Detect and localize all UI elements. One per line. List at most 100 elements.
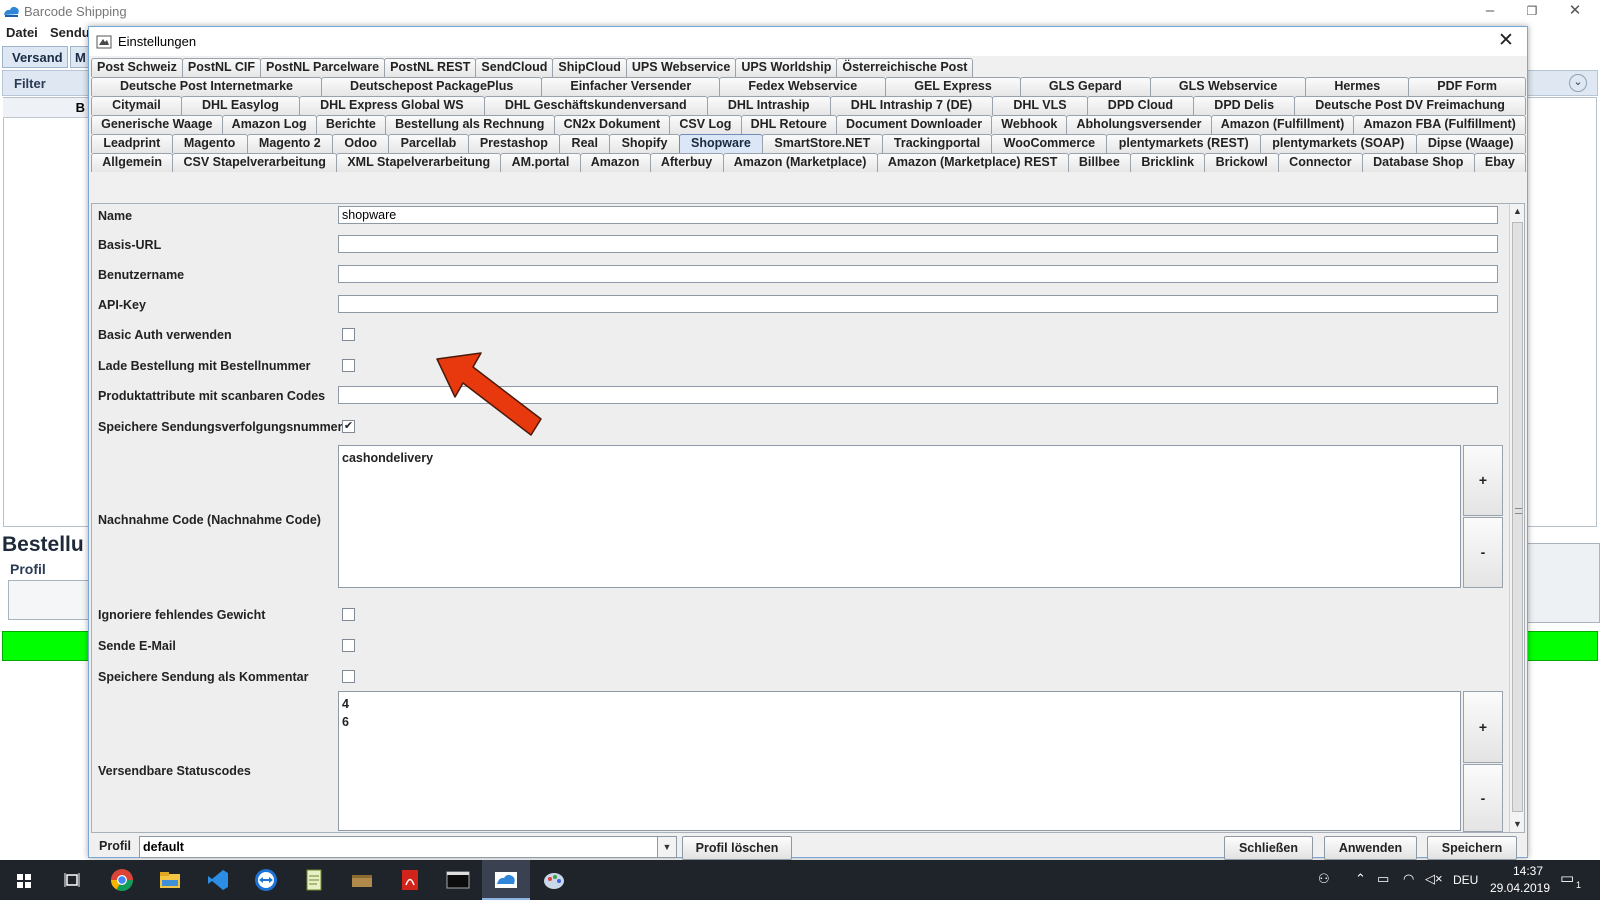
basic-auth-checkbox[interactable]: [342, 328, 355, 341]
tab-deutsche-post-dv-freimachung[interactable]: Deutsche Post DV Freimachung: [1294, 96, 1526, 115]
wifi-icon[interactable]: ◠: [1403, 871, 1414, 887]
tab-magento[interactable]: Magento: [171, 134, 248, 153]
scroll-thumb[interactable]: [1512, 222, 1523, 812]
tab-amazon-log[interactable]: Amazon Log: [221, 115, 317, 134]
tab-second[interactable]: M: [70, 46, 90, 68]
tab-billbee[interactable]: Billbee: [1067, 153, 1132, 172]
tab-generische-waage[interactable]: Generische Waage: [91, 115, 223, 134]
tab-magento-2[interactable]: Magento 2: [246, 134, 334, 153]
close-button[interactable]: Schließen: [1224, 836, 1313, 860]
tab-shipcloud[interactable]: ShipCloud: [552, 58, 627, 77]
tab-real[interactable]: Real: [559, 134, 611, 153]
minimize-icon[interactable]: –: [1470, 0, 1510, 23]
package-icon[interactable]: [348, 866, 376, 894]
file-explorer-icon[interactable]: [156, 866, 184, 894]
tab-afterbuy[interactable]: Afterbuy: [649, 153, 724, 172]
menu-sendungen[interactable]: Sendu: [50, 25, 90, 40]
tab-pdf-form[interactable]: PDF Form: [1408, 77, 1527, 96]
basis-url-field[interactable]: [338, 235, 1498, 253]
notification-icon[interactable]: ▭: [1560, 869, 1574, 887]
tab-xml-stapelverarbeitung[interactable]: XML Stapelverarbeitung: [336, 153, 502, 172]
scroll-up-icon[interactable]: ▲: [1510, 204, 1524, 219]
tab-citymail[interactable]: Citymail: [91, 96, 182, 115]
tab-ebay[interactable]: Ebay: [1473, 153, 1527, 172]
tab-berichte[interactable]: Berichte: [315, 115, 386, 134]
tab-allgemein[interactable]: Allgemein: [91, 153, 174, 172]
tab-einfacher-versender[interactable]: Einfacher Versender: [541, 77, 721, 96]
lade-bestellung-checkbox[interactable]: [342, 359, 355, 372]
api-key-field[interactable]: [338, 295, 1498, 313]
notepad-icon[interactable]: [300, 866, 328, 894]
tab-webhook[interactable]: Webhook: [991, 115, 1068, 134]
clock-date[interactable]: 29.04.2019: [1485, 881, 1555, 895]
tab-fedex-webservice[interactable]: Fedex Webservice: [719, 77, 887, 96]
statuscodes-add-button[interactable]: +: [1463, 691, 1503, 763]
benutzername-field[interactable]: [338, 265, 1498, 283]
tab-bestellung-als-rechnung[interactable]: Bestellung als Rechnung: [384, 115, 555, 134]
tab-trackingportal[interactable]: Trackingportal: [881, 134, 993, 153]
apply-button[interactable]: Anwenden: [1324, 836, 1417, 860]
restore-icon[interactable]: ❐: [1512, 0, 1552, 23]
tab-connector[interactable]: Connector: [1277, 153, 1363, 172]
tab-document-downloader[interactable]: Document Downloader: [835, 115, 993, 134]
delete-profile-button[interactable]: Profil löschen: [682, 836, 792, 860]
tab-prestashop[interactable]: Prestashop: [467, 134, 561, 153]
tab-bricklink[interactable]: Bricklink: [1130, 153, 1206, 172]
tab-post-schweiz[interactable]: Post Schweiz: [91, 58, 183, 77]
speichere-kommentar-checkbox[interactable]: [342, 670, 355, 683]
tab-database-shop[interactable]: Database Shop: [1361, 153, 1475, 172]
list-item[interactable]: 6: [342, 713, 1457, 731]
battery-icon[interactable]: ▭: [1377, 871, 1389, 887]
tab-deutsche-post-internetmarke[interactable]: Deutsche Post Internetmarke: [91, 77, 323, 96]
tab-woocommerce[interactable]: WooCommerce: [991, 134, 1108, 153]
sende-email-checkbox[interactable]: [342, 639, 355, 652]
ignoriere-gewicht-checkbox[interactable]: [342, 608, 355, 621]
people-icon[interactable]: ⚇: [1318, 871, 1330, 887]
tab-odoo[interactable]: Odoo: [332, 134, 390, 153]
language-indicator[interactable]: DEU: [1453, 873, 1478, 887]
tab-deutschepost-packageplus[interactable]: Deutschepost PackagePlus: [321, 77, 543, 96]
tab-dhl-retoure[interactable]: DHL Retoure: [740, 115, 837, 134]
task-view-icon[interactable]: [58, 866, 86, 894]
chevron-down-icon[interactable]: ▼: [657, 836, 677, 858]
tab-gls-gepard[interactable]: GLS Gepard: [1019, 77, 1151, 96]
tab-amazon[interactable]: Amazon: [579, 153, 651, 172]
tab-plentymarkets-soap[interactable]: plentymarkets (SOAP): [1259, 134, 1417, 153]
chrome-icon[interactable]: [108, 866, 136, 894]
collapse-icon[interactable]: ⌄: [1569, 74, 1587, 92]
tab-dhl-easylog[interactable]: DHL Easylog: [180, 96, 300, 115]
tab-dhl-intraship-7-de[interactable]: DHL Intraship 7 (DE): [829, 96, 994, 115]
paint-icon[interactable]: [540, 866, 568, 894]
tab-dhl-express-global-ws[interactable]: DHL Express Global WS: [298, 96, 485, 115]
windows-start-icon[interactable]: [10, 866, 38, 894]
profile-select[interactable]: default: [139, 836, 677, 858]
tab-brickowl[interactable]: Brickowl: [1204, 153, 1279, 172]
tab-dpd-cloud[interactable]: DPD Cloud: [1086, 96, 1195, 115]
save-button[interactable]: Speichern: [1427, 836, 1517, 860]
tab-shopify[interactable]: Shopify: [609, 134, 680, 153]
panel-scrollbar[interactable]: ▲ ▼: [1509, 204, 1524, 832]
scroll-down-icon[interactable]: ▼: [1510, 817, 1524, 832]
tab-österreichische-post[interactable]: Österreichische Post: [836, 58, 974, 77]
tab-shopware[interactable]: Shopware: [678, 134, 764, 153]
teamviewer-icon[interactable]: [252, 866, 280, 894]
tab-csv-stapelverarbeitung[interactable]: CSV Stapelverarbeitung: [172, 153, 338, 172]
nachnahme-list[interactable]: cashondelivery: [338, 445, 1461, 588]
tab-parcellab[interactable]: Parcellab: [388, 134, 469, 153]
tab-amazon-fulfillment[interactable]: Amazon (Fulfillment): [1210, 115, 1355, 134]
tab-dipse-waage[interactable]: Dipse (Waage): [1415, 134, 1526, 153]
vscode-icon[interactable]: [204, 866, 232, 894]
statuscodes-remove-button[interactable]: -: [1463, 764, 1503, 832]
tab-leadprint[interactable]: Leadprint: [91, 134, 173, 153]
tab-am-portal[interactable]: AM.portal: [500, 153, 581, 172]
tab-gel-express[interactable]: GEL Express: [885, 77, 1021, 96]
tab-amazon-marketplace[interactable]: Amazon (Marketplace): [722, 153, 878, 172]
tab-dhl-intraship[interactable]: DHL Intraship: [706, 96, 831, 115]
tab-postnl-rest[interactable]: PostNL REST: [384, 58, 477, 77]
list-item[interactable]: 4: [342, 695, 1457, 713]
clock-time[interactable]: 14:37: [1498, 864, 1558, 878]
tab-ups-worldship[interactable]: UPS Worldship: [735, 58, 838, 77]
tab-postnl-parcelware[interactable]: PostNL Parcelware: [260, 58, 386, 77]
barcode-shipping-icon[interactable]: [492, 866, 520, 894]
tab-ups-webservice[interactable]: UPS Webservice: [625, 58, 737, 77]
